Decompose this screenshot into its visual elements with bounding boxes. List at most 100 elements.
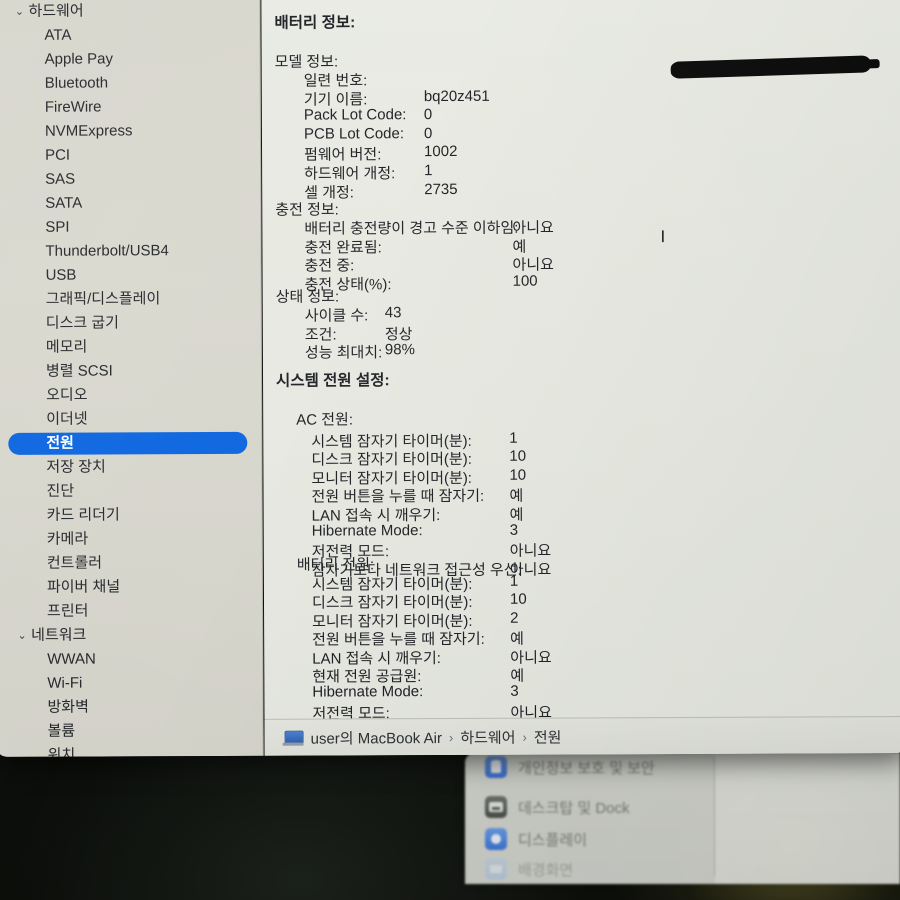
field-value: 100 [512, 272, 538, 290]
field-value: 10 [509, 466, 527, 484]
sidebar-item-6[interactable]: PCI [0, 143, 261, 168]
bg-settings-item-desktop-dock[interactable]: 데스크탑 및 Dock [485, 796, 630, 818]
bg-settings-item-label: 디스플레이 [518, 831, 588, 849]
bg-settings-item-label: 데스크탑 및 Dock [518, 799, 630, 817]
sidebar-item-label: Apple Pay [44, 50, 114, 68]
sidebar-item-12[interactable]: 그래픽/디스플레이 [0, 287, 262, 312]
sidebar-item-15[interactable]: 병렬 SCSI [0, 359, 262, 384]
chevron-down-icon[interactable]: ⌄ [12, 0, 26, 24]
field-value: 2 [510, 609, 519, 627]
sidebar-item-4[interactable]: FireWire [0, 95, 261, 120]
sidebar-item-label: Wi-Fi [47, 674, 83, 692]
sidebar-item-label: SPI [45, 218, 70, 236]
breadcrumb-category[interactable]: 하드웨어 [460, 726, 515, 747]
bg-settings-item-wallpaper[interactable]: 배경화면 [485, 858, 573, 880]
sidebar-list[interactable]: ⌄ 하드웨어 ATA Apple Pay Bluetooth FireWire NVMExp… [0, 0, 264, 757]
background-settings-divider [714, 758, 715, 876]
sidebar-item-9[interactable]: SPI [0, 215, 261, 240]
sidebar-item-label: USB [45, 266, 77, 284]
field-value: 1 [509, 429, 518, 447]
sidebar-item-29[interactable]: 방화벽 [0, 695, 264, 720]
background-system-settings-window[interactable]: 개인정보 보호 및 보안 데스크탑 및 Dock 디스플레이 배경화면 [465, 752, 900, 884]
sidebar-item-16[interactable]: 오디오 [0, 383, 262, 408]
field-value: 2735 [424, 180, 458, 198]
breadcrumb[interactable]: user의 MacBook Air › 하드웨어 › 전원 [282, 719, 562, 756]
sidebar-item-label: SAS [45, 170, 76, 188]
sidebar-item-label: WWAN [47, 650, 96, 668]
sidebar-item-28[interactable]: Wi-Fi [0, 671, 263, 696]
field-label: PCB Lot Code: [303, 124, 405, 143]
bg-settings-item-label: 개인정보 보호 및 보안 [518, 759, 655, 777]
sidebar-item-3[interactable]: Bluetooth [0, 71, 261, 96]
breadcrumb-section[interactable]: 전원 [534, 726, 562, 747]
breadcrumb-separator-icon: › [448, 729, 454, 745]
sidebar-item-21[interactable]: 카드 리더기 [0, 503, 263, 528]
sidebar-item-label: Thunderbolt/USB4 [45, 242, 169, 260]
field-value: bq20z451 [423, 87, 490, 105]
sidebar-item-label: 볼륨 [47, 722, 76, 740]
sidebar[interactable]: ⌄ 하드웨어 ATA Apple Pay Bluetooth FireWire NVMExp… [0, 0, 264, 757]
dock-icon [485, 796, 507, 818]
sidebar-item-22[interactable]: 카메라 [0, 527, 263, 552]
sidebar-item-label: FireWire [44, 98, 102, 116]
sidebar-item-label: 메모리 [45, 338, 88, 356]
sidebar-item-2[interactable]: Apple Pay [0, 47, 261, 72]
bg-settings-item-label: 배경화면 [518, 861, 574, 879]
sidebar-item-14[interactable]: 메모리 [0, 335, 262, 360]
sidebar-item-8[interactable]: SATA [0, 191, 261, 216]
display-icon [485, 828, 507, 850]
sidebar-item-label: 프린터 [47, 602, 89, 620]
sidebar-item-label: 병렬 SCSI [45, 362, 113, 380]
sidebar-item-30[interactable]: 볼륨 [0, 719, 264, 744]
sidebar-item-31[interactable]: 위치 [0, 743, 264, 757]
sidebar-item-label: 진단 [46, 482, 75, 500]
bg-settings-item-display[interactable]: 디스플레이 [485, 828, 587, 850]
macbook-icon [282, 730, 304, 746]
field-label: Hibernate Mode: [311, 522, 423, 540]
sidebar-item-18[interactable]: 전원 [0, 431, 262, 456]
battery-info-heading: 배터리 정보: [274, 14, 356, 32]
sidebar-item-19[interactable]: 저장 장치 [0, 455, 262, 480]
sidebar-item-11[interactable]: USB [0, 263, 262, 288]
text-cursor-icon: I [660, 227, 666, 247]
sidebar-item-label: 하드웨어 [28, 2, 84, 20]
sidebar-item-17[interactable]: 이더넷 [0, 407, 262, 432]
chevron-down-icon[interactable]: ⌄ [15, 624, 29, 648]
ac-power-heading: AC 전원: [296, 411, 354, 429]
sidebar-item-label: 전원 [46, 434, 74, 452]
sidebar-item-label: 디스크 굽기 [45, 314, 119, 332]
sidebar-item-5[interactable]: NVMExpress [0, 119, 261, 144]
sidebar-item-24[interactable]: 파이버 채널 [0, 575, 263, 600]
wallpaper-icon [485, 858, 507, 880]
sidebar-item-1[interactable]: ATA [0, 23, 261, 48]
sidebar-item-label: NVMExpress [44, 122, 133, 140]
sidebar-item-label: 오디오 [46, 386, 88, 404]
sidebar-item-0[interactable]: ⌄ 하드웨어 [0, 0, 260, 24]
field-value: 3 [509, 521, 519, 539]
footer-breadcrumb-bar: user의 MacBook Air › 하드웨어 › 전원 [264, 716, 900, 756]
sidebar-item-23[interactable]: 컨트롤러 [0, 551, 263, 576]
field-value: 10 [509, 591, 527, 609]
sidebar-item-10[interactable]: Thunderbolt/USB4 [0, 239, 262, 264]
sidebar-item-label: 네트워크 [31, 626, 87, 644]
field-label: Pack Lot Code: [303, 106, 407, 124]
sidebar-item-label: 저장 장치 [46, 458, 106, 476]
bg-settings-item-privacy[interactable]: 개인정보 보호 및 보안 [485, 756, 655, 778]
field-value: 1002 [424, 143, 458, 161]
system-information-window[interactable]: ⌄ 하드웨어 ATA Apple Pay Bluetooth FireWire NVMExp… [0, 0, 900, 757]
sidebar-item-26[interactable]: ⌄ 네트워크 [0, 623, 263, 648]
privacy-icon [485, 756, 507, 778]
field-label: Hibernate Mode: [312, 683, 424, 701]
sidebar-item-7[interactable]: SAS [0, 167, 261, 192]
sidebar-item-label: 파이버 채널 [46, 578, 121, 596]
breadcrumb-separator-icon: › [522, 729, 527, 745]
sidebar-item-25[interactable]: 프린터 [0, 599, 263, 624]
sidebar-item-13[interactable]: 디스크 굽기 [0, 311, 262, 336]
breadcrumb-device[interactable]: user의 MacBook Air [311, 727, 442, 749]
sidebar-item-label: Bluetooth [44, 74, 109, 92]
sidebar-item-27[interactable]: WWAN [0, 647, 263, 672]
field-value: 0 [423, 124, 433, 142]
sidebar-item-label: 이더넷 [46, 410, 88, 428]
sidebar-item-20[interactable]: 진단 [0, 479, 263, 504]
battery-power-heading: 배터리 전원: [296, 556, 375, 574]
